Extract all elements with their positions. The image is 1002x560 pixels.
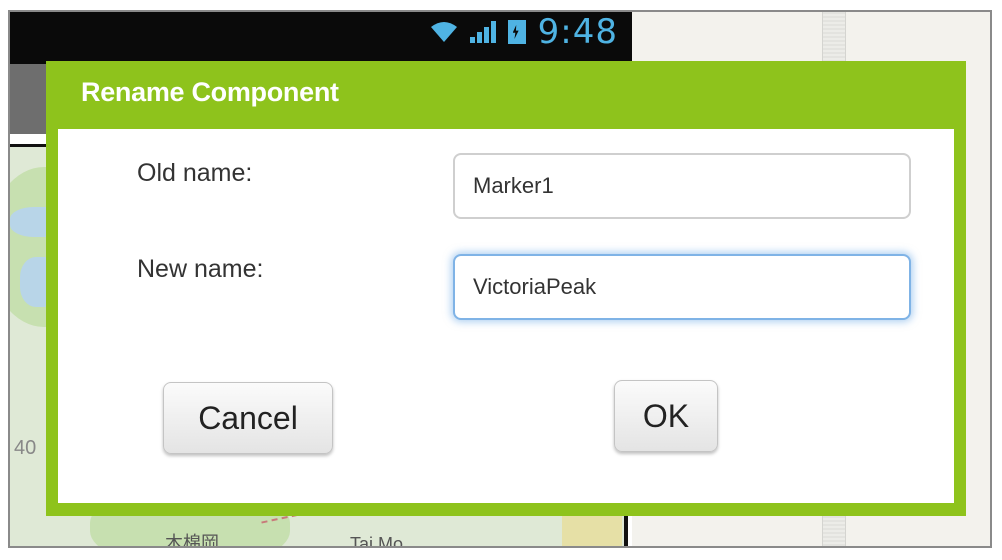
- ok-button[interactable]: OK: [614, 380, 718, 452]
- status-icons: 9:48: [430, 12, 618, 52]
- old-name-label: Old name:: [137, 159, 253, 187]
- map-label-chinese-place: 木棉岡: [165, 533, 219, 548]
- signal-icon: [469, 21, 496, 43]
- new-name-label: New name:: [137, 255, 264, 283]
- battery-charging-icon: [507, 20, 526, 44]
- phone-status-bar: 9:48: [10, 12, 632, 64]
- rename-component-dialog: Rename Component Old name: New name: Can…: [46, 61, 966, 516]
- dialog-title: Rename Component: [81, 77, 339, 107]
- cancel-button[interactable]: Cancel: [163, 382, 333, 454]
- wifi-icon: [430, 22, 457, 42]
- map-label-tai-mo: Tai Mo: [350, 534, 404, 548]
- new-name-field[interactable]: [453, 254, 911, 320]
- map-label-side: 40: [14, 437, 37, 459]
- dialog-body: Old name: New name: Cancel OK: [58, 129, 954, 503]
- status-clock: 9:48: [537, 12, 618, 52]
- old-name-field[interactable]: [453, 153, 911, 219]
